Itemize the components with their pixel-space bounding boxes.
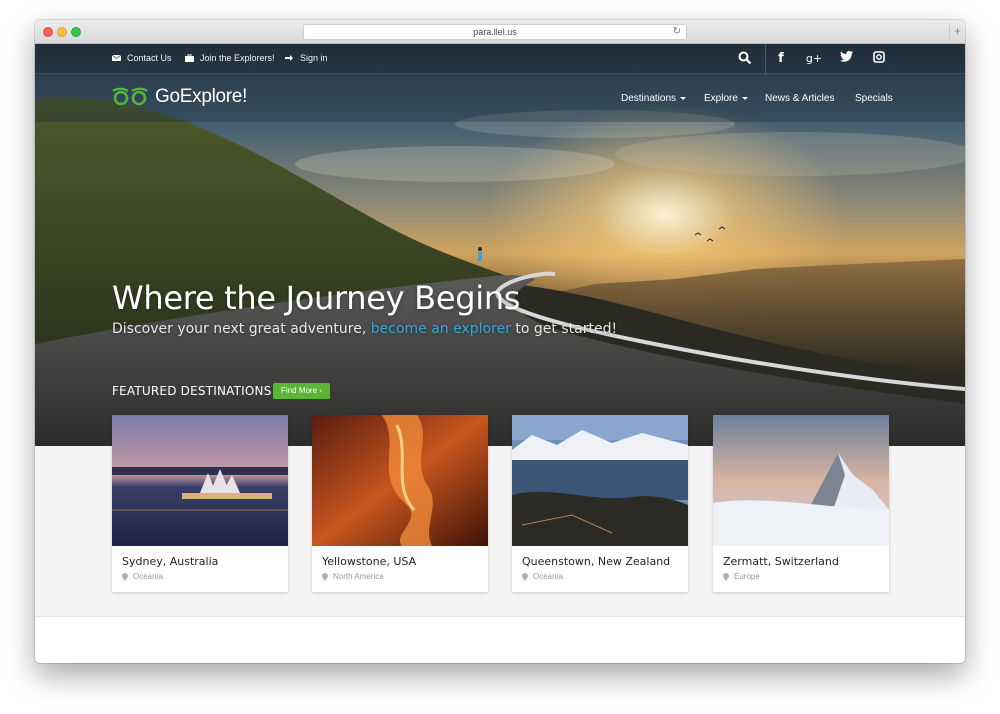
destination-region-label: Europe	[734, 572, 760, 581]
browser-titlebar: para.llel.us ↻ +	[35, 20, 965, 44]
find-more-button[interactable]: Find More ›	[273, 383, 330, 399]
new-tab-button[interactable]: +	[949, 25, 965, 39]
topbar-divider	[765, 44, 766, 74]
instagram-icon[interactable]	[870, 51, 888, 67]
featured-heading: FEATURED DESTINATIONS	[112, 384, 272, 398]
destination-name: Yellowstone, USA	[322, 555, 417, 568]
nav-explore-label: Explore	[704, 93, 738, 104]
hero-section: Contact Us Join the Explorers! Sign in f…	[35, 44, 965, 446]
map-pin-icon	[322, 572, 328, 581]
destination-card[interactable]: Queenstown, New Zealand Oceania	[512, 415, 688, 592]
hero-subtitle-end: to get started!	[510, 321, 618, 337]
caret-down-icon	[680, 96, 687, 100]
nav-news-label: News & Articles	[765, 93, 835, 104]
destination-card[interactable]: Zermatt, Switzerland Europe	[713, 415, 889, 592]
utility-bar: Contact Us Join the Explorers! Sign in f…	[35, 44, 965, 74]
map-pin-icon	[122, 572, 128, 581]
zoom-window-button[interactable]	[71, 27, 81, 37]
nav-specials-label: Specials	[855, 93, 893, 104]
contact-us-label: Contact Us	[127, 53, 172, 63]
reload-icon[interactable]: ↻	[673, 25, 681, 39]
hero-title: Where the Journey Begins	[112, 279, 521, 317]
suitcase-icon	[185, 54, 194, 62]
destination-name: Zermatt, Switzerland	[723, 555, 839, 568]
destination-region: Oceania	[522, 572, 563, 581]
caret-down-icon	[741, 96, 748, 100]
destination-region: Oceania	[122, 572, 163, 581]
close-window-button[interactable]	[43, 27, 53, 37]
twitter-icon[interactable]	[837, 51, 855, 67]
envelope-icon	[112, 54, 121, 61]
main-navbar: GoExplore! Destinations Explore News & A…	[35, 74, 965, 122]
google-plus-icon[interactable]: g+	[805, 51, 823, 67]
contact-us-link[interactable]: Contact Us	[112, 53, 172, 63]
destination-region: Europe	[723, 572, 760, 581]
hero-subtitle-start: Discover your next great adventure,	[112, 321, 371, 337]
nav-destinations-label: Destinations	[621, 93, 677, 104]
destination-photo	[112, 415, 288, 546]
brand-name: GoExplore!	[155, 86, 248, 107]
search-icon[interactable]	[736, 51, 754, 67]
facebook-icon[interactable]: f	[772, 51, 790, 67]
find-more-label: Find More	[281, 386, 318, 395]
destination-region-label: North America	[333, 572, 384, 581]
sign-in-icon	[285, 55, 293, 61]
destination-region: North America	[322, 572, 384, 581]
nav-explore[interactable]: Explore	[704, 93, 748, 104]
page-footer-strip	[35, 616, 965, 663]
site-logo[interactable]: GoExplore!	[111, 86, 247, 108]
nav-destinations[interactable]: Destinations	[621, 93, 687, 104]
destination-name: Queenstown, New Zealand	[522, 555, 671, 568]
sign-in-link[interactable]: Sign in	[285, 53, 328, 63]
map-pin-icon	[522, 572, 528, 581]
destination-region-label: Oceania	[133, 572, 163, 581]
browser-window: para.llel.us ↻ + Contact Us Join the Exp…	[35, 20, 965, 663]
address-bar-url: para.llel.us	[473, 27, 517, 37]
sign-in-label: Sign in	[300, 53, 328, 63]
address-bar[interactable]: para.llel.us ↻	[303, 24, 687, 40]
destination-photo	[713, 415, 889, 546]
destination-photo	[312, 415, 488, 546]
become-explorer-link[interactable]: become an explorer	[371, 321, 511, 337]
chevron-right-icon: ›	[319, 386, 322, 395]
minimize-window-button[interactable]	[57, 27, 67, 37]
join-explorers-link[interactable]: Join the Explorers!	[185, 53, 275, 63]
nav-specials[interactable]: Specials	[855, 93, 893, 104]
destination-card[interactable]: Yellowstone, USA North America	[312, 415, 488, 592]
hero-subtitle: Discover your next great adventure, beco…	[112, 321, 617, 337]
destination-region-label: Oceania	[533, 572, 563, 581]
binoculars-logo-icon	[112, 87, 148, 106]
map-pin-icon	[723, 572, 729, 581]
nav-news-articles[interactable]: News & Articles	[765, 93, 834, 104]
destination-photo	[512, 415, 688, 546]
join-explorers-label: Join the Explorers!	[200, 53, 275, 63]
destination-card[interactable]: Sydney, Australia Oceania	[112, 415, 288, 592]
destination-name: Sydney, Australia	[122, 555, 219, 568]
